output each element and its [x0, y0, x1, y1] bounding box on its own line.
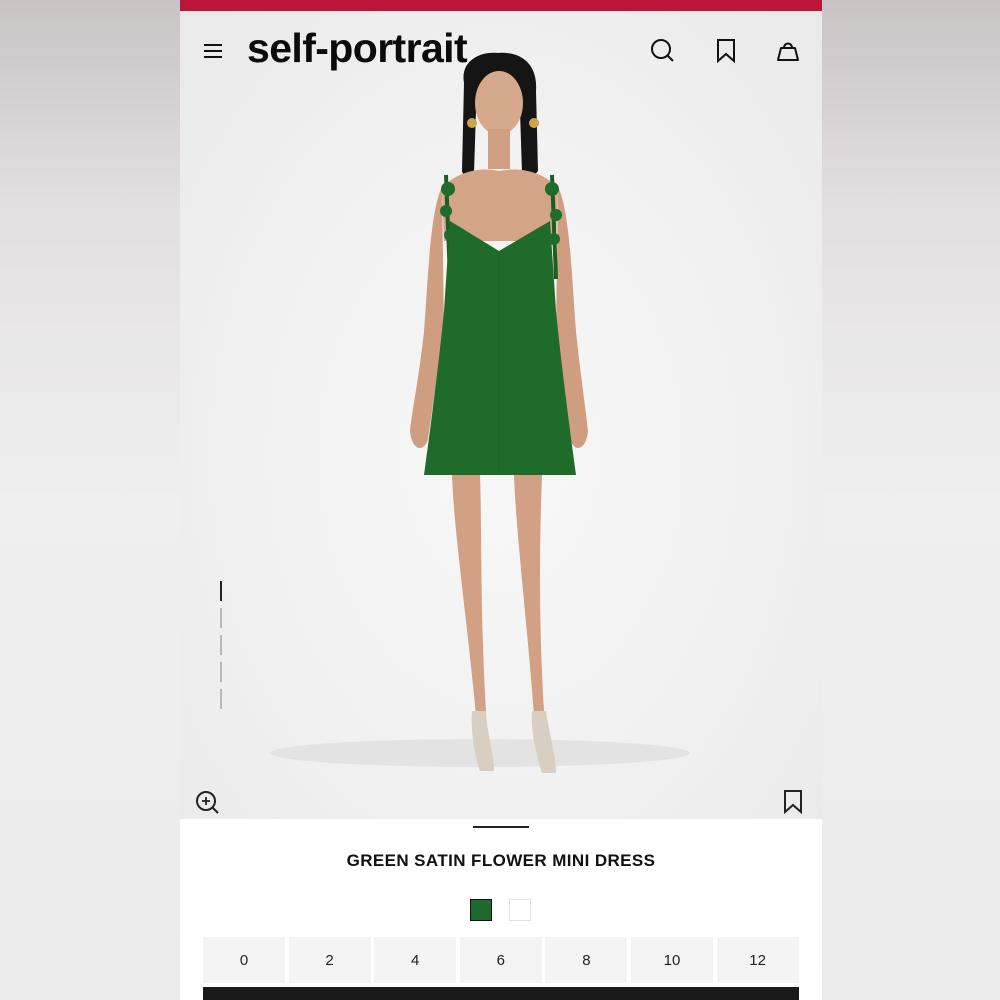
gallery-page-indicator[interactable] [220, 581, 222, 601]
gallery-page-indicator[interactable] [220, 662, 222, 682]
gallery-page-indicator[interactable] [220, 689, 222, 709]
size-option[interactable]: 8 [545, 937, 628, 983]
gallery-page-indicator[interactable] [220, 608, 222, 628]
size-selector: 0 2 4 6 8 10 12 [203, 937, 799, 983]
wishlist-button[interactable] [712, 37, 740, 65]
site-header: self-portrait [180, 11, 822, 91]
zoom-button[interactable] [194, 789, 222, 817]
size-option[interactable]: 6 [459, 937, 542, 983]
background-left [0, 0, 180, 1000]
size-option[interactable]: 12 [716, 937, 799, 983]
size-option[interactable]: 4 [374, 937, 457, 983]
add-to-bag-button[interactable] [203, 987, 799, 1000]
product-image-gallery[interactable] [180, 11, 822, 819]
zoom-in-icon [196, 791, 219, 814]
product-photo [270, 52, 690, 773]
search-icon [651, 39, 674, 62]
color-swatch-green[interactable] [470, 899, 492, 921]
shopping-bag-icon [777, 42, 799, 61]
search-button[interactable] [649, 37, 677, 65]
top-accent-bar [180, 0, 822, 11]
gallery-page-indicator[interactable] [220, 635, 222, 655]
brand-logo[interactable]: self-portrait [247, 25, 468, 72]
hamburger-menu-icon[interactable] [204, 44, 222, 58]
product-title: GREEN SATIN FLOWER MINI DRESS [346, 851, 656, 870]
color-swatch-white[interactable] [509, 899, 531, 921]
size-option[interactable]: 2 [288, 937, 371, 983]
size-option[interactable]: 0 [203, 937, 285, 983]
product-page: self-portrait GREEN SATIN FLOWER MINI DR… [180, 0, 822, 1000]
gallery-pager [220, 581, 224, 711]
background-right [822, 0, 1000, 1000]
bookmark-icon [784, 790, 802, 815]
sheet-grabber[interactable] [473, 826, 529, 828]
product-details-panel: GREEN SATIN FLOWER MINI DRESS 0 2 4 6 8 10 12 [180, 819, 822, 1000]
shopping-bag-button[interactable] [774, 37, 802, 65]
save-to-wishlist-button[interactable] [781, 789, 805, 815]
bookmark-icon [717, 39, 735, 64]
size-option[interactable]: 10 [631, 937, 713, 983]
